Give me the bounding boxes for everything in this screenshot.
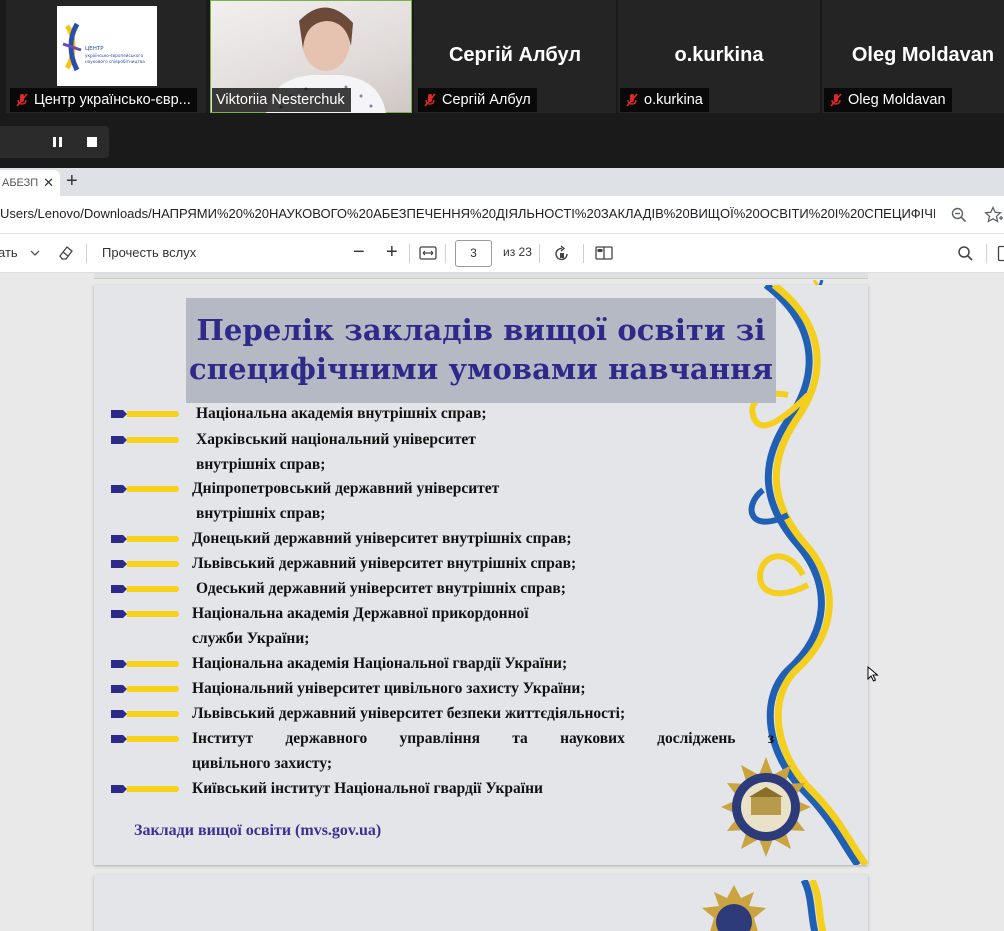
participant-tile-kurkina[interactable]: o.kurkina o.kurkina — [618, 0, 820, 113]
list-bullet-icon — [111, 735, 179, 743]
pause-icon[interactable] — [51, 135, 65, 149]
list-item: Національна академія внутрішніх справ; — [196, 405, 487, 422]
list-bullet-icon — [111, 610, 179, 618]
list-item: Національна академія Національної гварді… — [192, 655, 568, 672]
participant-name-label: Oleg Moldavan — [824, 88, 952, 112]
new-tab-icon[interactable]: + — [66, 170, 78, 192]
mic-muted-icon — [424, 93, 436, 107]
browser-tab[interactable]: АБЕЗП ✕ — [0, 170, 60, 196]
zoom-out-button[interactable]: − — [353, 241, 365, 264]
read-aloud-button[interactable]: Прочесть вслух — [102, 245, 196, 260]
svg-text:наукового співробітництва: наукового співробітництва — [85, 59, 145, 64]
list-bullet-icon — [111, 660, 179, 668]
list-item: Дніпропетровський державний університет — [192, 480, 500, 497]
list-bullet-icon — [111, 560, 179, 568]
recording-bar — [0, 113, 1004, 168]
pdf-toolbar: ать Прочесть вслух − + 3 из 23 — [0, 234, 1004, 273]
university-seal-icon — [702, 880, 827, 931]
fit-width-icon[interactable] — [419, 246, 437, 260]
toolbar-divider — [86, 244, 87, 263]
slide-title: Перелік закладів вищої освіти зі специфі… — [189, 313, 773, 386]
mouse-cursor-icon — [867, 666, 879, 682]
url-text[interactable]: Users/Lenovo/Downloads/НАПРЯМИ%20%20НАУК… — [0, 206, 935, 221]
list-item: Львівський державний університет внутріш… — [192, 555, 577, 572]
list-item: внутрішніх справ; — [196, 505, 326, 522]
pdf-viewer[interactable]: Перелік закладів вищої освіти зі специфі… — [0, 273, 1004, 931]
list-item: цивільного захисту; — [192, 755, 333, 772]
save-icon[interactable] — [997, 245, 1004, 262]
slide-page: Перелік закладів вищої освіти зі специфі… — [94, 285, 868, 865]
browser-tab-bar: АБЕЗП ✕ + — [0, 168, 1004, 196]
list-bullet-icon — [111, 436, 179, 444]
list-bullet-icon — [111, 710, 179, 718]
page-total-label: из 23 — [503, 245, 532, 259]
list-bullet-icon — [111, 485, 179, 493]
svg-text:українсько-європейського: українсько-європейського — [85, 53, 144, 58]
draw-button-label[interactable]: ать — [0, 245, 18, 260]
toolbar-divider — [539, 244, 540, 263]
list-item: Інститут державного управління та науков… — [192, 730, 774, 747]
mic-muted-icon — [16, 93, 28, 107]
participant-name-label: Центр українсько-євр... — [10, 88, 197, 112]
list-item: Національна академія Державної прикордон… — [192, 605, 529, 622]
list-bullet-icon — [111, 410, 179, 418]
participant-name-label: o.kurkina — [620, 88, 709, 112]
list-bullet-icon — [111, 785, 179, 793]
eraser-icon[interactable] — [57, 244, 75, 262]
list-item: Донецький державний університет внутрішн… — [192, 530, 572, 547]
source-link[interactable]: Заклади вищої освіти (mvs.gov.ua) — [134, 822, 381, 840]
recording-controls — [0, 126, 109, 158]
previous-page — [94, 273, 868, 287]
university-seal-icon — [721, 757, 811, 857]
svg-text:ЦЕНТР: ЦЕНТР — [85, 46, 104, 52]
participant-display-name: Сергій Албул — [448, 44, 582, 66]
two-page-view-icon[interactable] — [595, 246, 613, 260]
address-bar: Users/Lenovo/Downloads/НАПРЯМИ%20%20НАУК… — [0, 196, 1004, 234]
close-tab-icon[interactable]: ✕ — [43, 170, 54, 196]
participant-name-label: Сергій Албул — [418, 88, 537, 112]
participant-tile-center[interactable]: ЦЕНТР українсько-європейського наукового… — [6, 0, 206, 113]
toolbar-divider — [445, 244, 446, 263]
list-item: Одеський державний університет внутрішні… — [196, 580, 566, 597]
participant-display-name: Oleg Moldavan — [851, 44, 995, 66]
logo-emblem-icon: ЦЕНТР українсько-європейського наукового… — [62, 22, 145, 72]
toolbar-divider — [409, 244, 410, 263]
participant-display-name: o.kurkina — [674, 44, 764, 66]
stop-icon[interactable] — [85, 135, 99, 149]
list-item: Харківський національний університет — [196, 431, 476, 448]
page-number-input[interactable]: 3 — [455, 240, 492, 267]
favorite-star-icon[interactable] — [984, 206, 1004, 224]
next-page — [94, 875, 868, 931]
participant-tile-oleg[interactable]: Oleg Moldavan Oleg Moldavan — [822, 0, 1004, 113]
mic-muted-icon — [626, 93, 638, 107]
organization-logo: ЦЕНТР українсько-європейського наукового… — [57, 6, 157, 86]
participant-tile-video[interactable]: Viktoriia Nesterchuk — [210, 0, 412, 113]
list-item: Національний університет цивільного захи… — [192, 680, 586, 697]
toolbar-divider — [583, 244, 584, 263]
participant-name-label: Viktoriia Nesterchuk — [212, 88, 351, 112]
chevron-down-icon[interactable] — [30, 249, 40, 257]
participant-tile-serhii[interactable]: Сергій Албул Сергій Албул — [414, 0, 616, 113]
list-bullet-icon — [111, 535, 179, 543]
list-bullet-icon — [111, 585, 179, 593]
mic-muted-icon — [830, 93, 842, 107]
search-icon[interactable] — [957, 245, 974, 262]
toolbar-divider — [986, 244, 987, 263]
list-item: служби України; — [192, 630, 310, 647]
rotate-icon[interactable] — [553, 245, 571, 263]
list-item: Львівський державний університет безпеки… — [192, 705, 626, 722]
list-item: Київський інститут Національної гвардії … — [192, 780, 543, 797]
video-call-strip: ЦЕНТР українсько-європейського наукового… — [0, 0, 1004, 113]
list-item: внутрішніх справ; — [196, 456, 326, 473]
zoom-out-icon[interactable] — [951, 207, 967, 223]
zoom-in-button[interactable]: + — [386, 241, 398, 264]
list-bullet-icon — [111, 685, 179, 693]
slide-title-box: Перелік закладів вищої освіти зі специфі… — [186, 298, 776, 403]
